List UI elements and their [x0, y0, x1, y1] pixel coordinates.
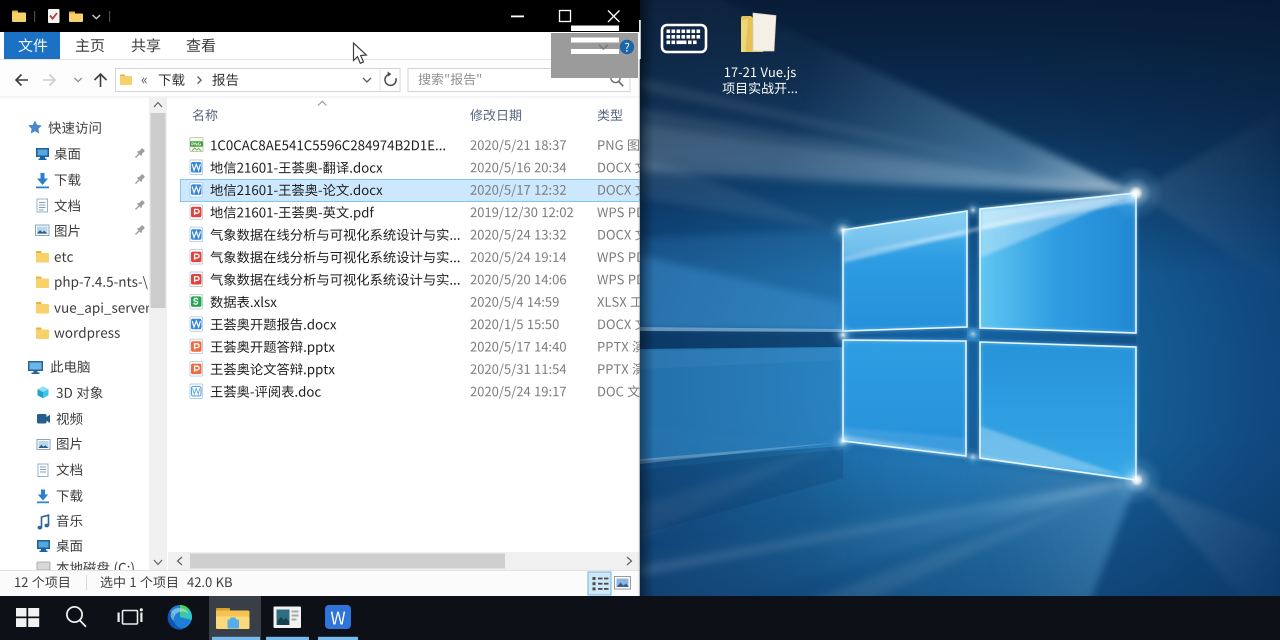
- svg-text:PNG: PNG: [191, 142, 201, 147]
